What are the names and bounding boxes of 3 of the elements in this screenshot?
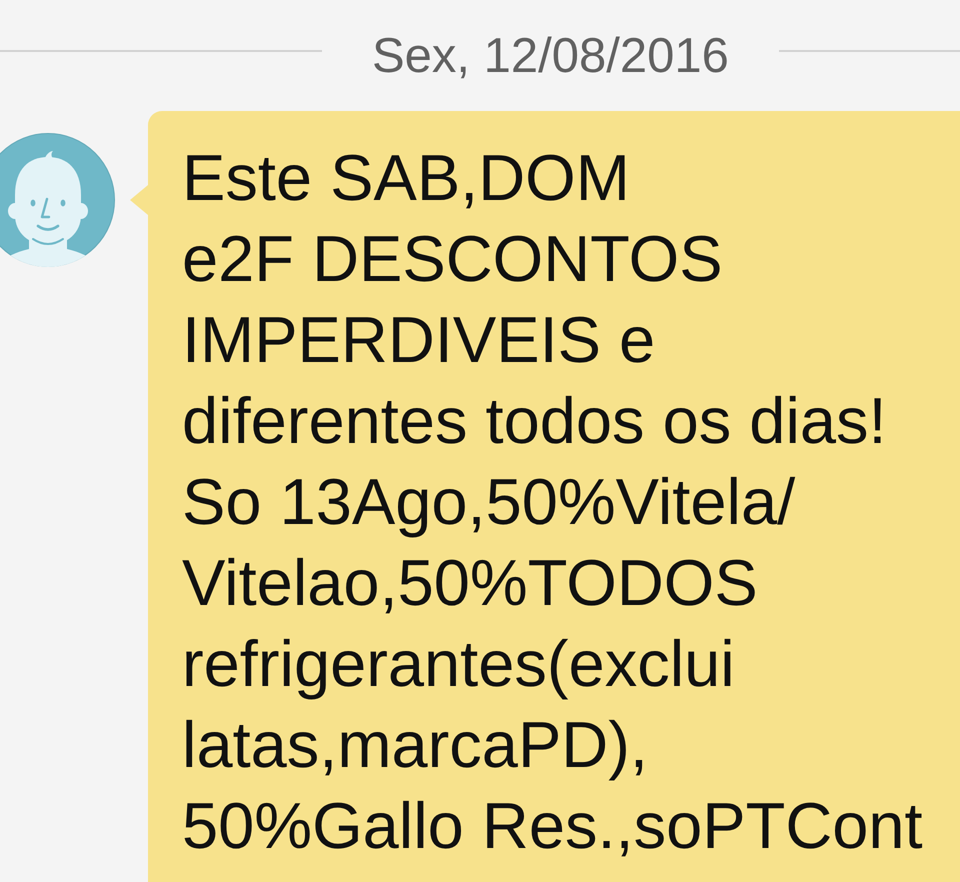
avatar-icon bbox=[0, 133, 115, 267]
date-label: Sex, 12/08/2016 bbox=[372, 28, 729, 84]
message-text: Este SAB,DOM e2F DESCONTOS IMPERDIVEIS e diferentes todos os dias! So 13Ago,50%Vitela/ Vitelao,50%TODOS refrigerantes(exclui latas,marcaPD), 50%Gallo Res.,soPTCont bbox=[182, 140, 923, 864]
